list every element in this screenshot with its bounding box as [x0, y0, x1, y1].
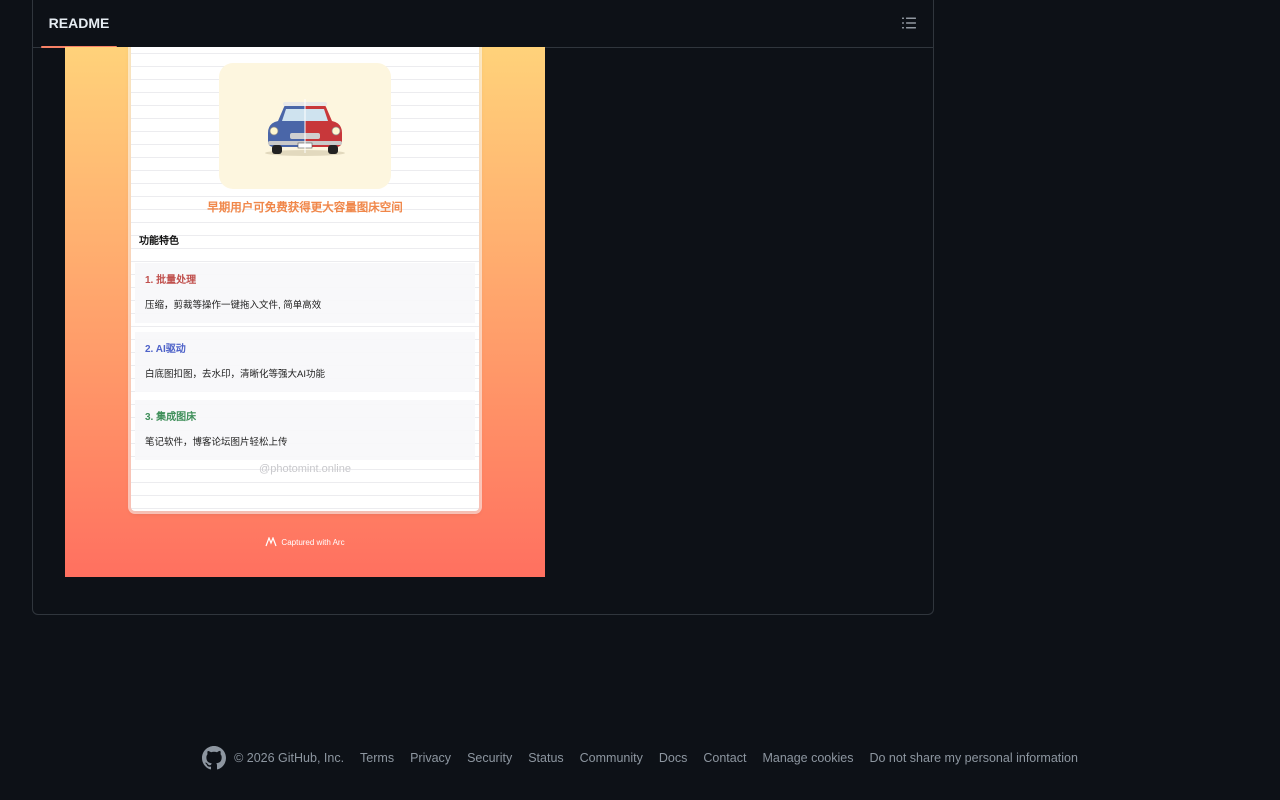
feature-desc: 压缩，剪裁等操作一键拖入文件, 简单高效	[145, 300, 322, 311]
footer-link-community[interactable]: Community	[580, 751, 643, 765]
readme-screenshot-image: 早期用户可免费获得更大容量图床空间 功能特色 1. 批量处理 压缩，剪裁等操作一…	[65, 47, 545, 577]
footer-link-status[interactable]: Status	[528, 751, 563, 765]
copyright-text: © 2026 GitHub, Inc.	[234, 751, 345, 765]
feature-card-batch: 1. 批量处理 压缩，剪裁等操作一键拖入文件, 简单高效	[135, 263, 475, 323]
feature-desc: 白底图扣图，去水印，清晰化等强大AI功能	[145, 369, 325, 380]
watermark-text: @photomint.online	[259, 463, 351, 475]
feature-title: 3. 集成图床	[145, 412, 197, 423]
captured-with-text: Captured with Arc	[281, 537, 345, 547]
site-footer: © 2026 GitHub, Inc. Terms Privacy Securi…	[0, 746, 1280, 770]
footer-link-contact[interactable]: Contact	[703, 751, 746, 765]
github-mark-icon	[202, 746, 227, 770]
footer-link-manage-cookies[interactable]: Manage cookies	[762, 751, 853, 765]
readme-tab[interactable]: README	[41, 0, 117, 48]
footer-link-terms[interactable]: Terms	[360, 751, 394, 765]
footer-link-security[interactable]: Security	[467, 751, 512, 765]
feature-desc: 笔记软件，博客论坛图片轻松上传	[145, 437, 288, 448]
car-illustration	[219, 63, 391, 189]
screenshot-card: 早期用户可免费获得更大容量图床空间 功能特色 1. 批量处理 压缩，剪裁等操作一…	[131, 47, 479, 511]
arc-logo-icon	[265, 537, 277, 547]
feature-title: 2. AI驱动	[145, 344, 186, 355]
github-logo[interactable]	[202, 746, 227, 770]
features-title: 功能特色	[139, 236, 179, 247]
car-icon	[265, 99, 345, 156]
footer-link-docs[interactable]: Docs	[659, 751, 687, 765]
feature-card-ai: 2. AI驱动 白底图扣图，去水印，清晰化等强大AI功能	[135, 332, 475, 392]
outline-button[interactable]	[893, 7, 925, 39]
readme-header: README	[33, 0, 933, 48]
list-unordered-icon	[902, 17, 916, 29]
feature-card-hosting: 3. 集成图床 笔记软件，博客论坛图片轻松上传	[135, 400, 475, 460]
readme-panel: README 早期用户可免费获得更大容量图床空间 功能特色 1. 批量处理 压缩…	[32, 0, 934, 615]
captured-with-arc: Captured with Arc	[65, 537, 545, 547]
footer-link-privacy[interactable]: Privacy	[410, 751, 451, 765]
feature-title: 1. 批量处理	[145, 275, 197, 286]
promo-text: 早期用户可免费获得更大容量图床空间	[207, 202, 403, 214]
footer-link-do-not-share[interactable]: Do not share my personal information	[869, 751, 1077, 765]
